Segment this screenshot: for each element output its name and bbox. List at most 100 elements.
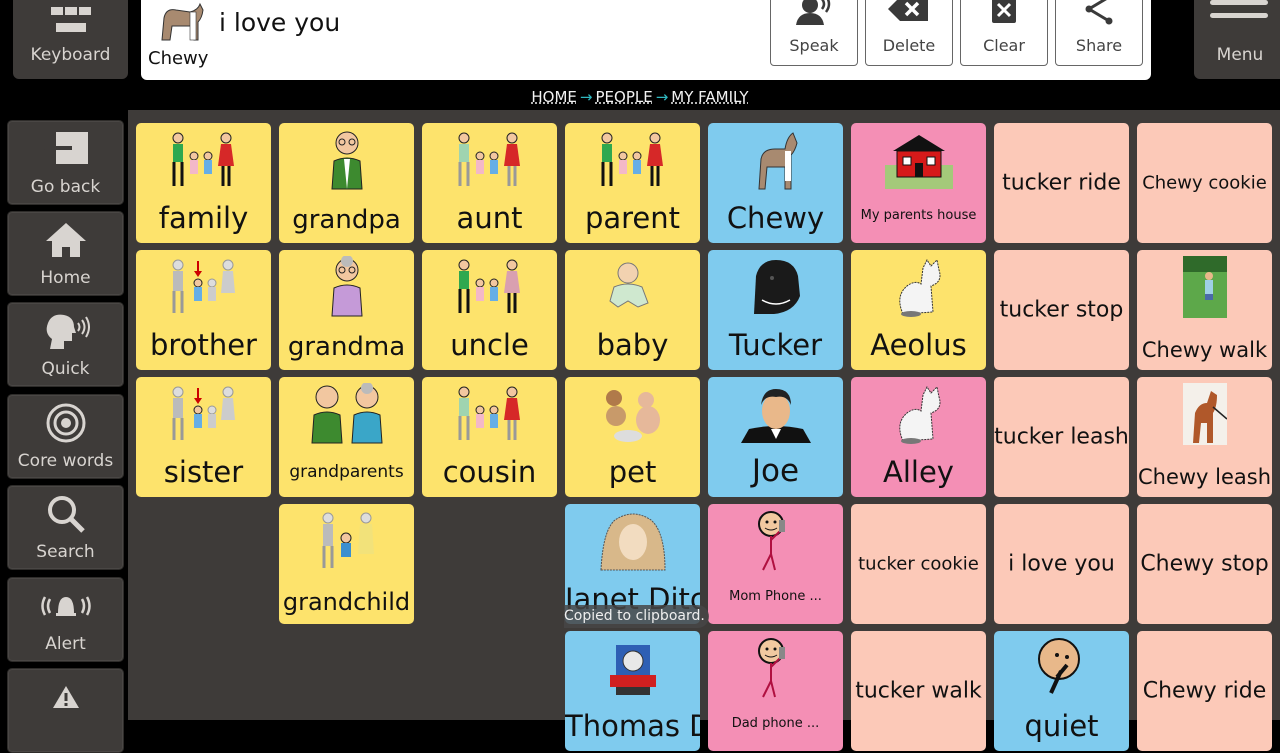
- tile-family[interactable]: family: [136, 123, 271, 243]
- sidebar-item-search[interactable]: Search: [7, 485, 124, 570]
- tile-chewy-cookie[interactable]: Chewy cookie: [1137, 123, 1272, 243]
- home-icon: [8, 220, 123, 260]
- breadcrumb-home[interactable]: HOME: [531, 88, 577, 106]
- sidebar-item-home[interactable]: Home: [7, 211, 124, 296]
- breadcrumb-people[interactable]: PEOPLE: [596, 88, 653, 106]
- tile-dad-phone[interactable]: Dad phone ...: [708, 631, 843, 751]
- tile-label: tucker stop: [999, 297, 1124, 323]
- tile-label: Thomas Ditch: [565, 709, 700, 743]
- tile-i-love-you[interactable]: i love you: [994, 504, 1129, 624]
- menu-button[interactable]: Menu: [1194, 0, 1280, 79]
- tile-grandma[interactable]: grandma: [279, 250, 414, 370]
- sidebar-item-alert[interactable]: Alert: [7, 577, 124, 662]
- share-button[interactable]: Share: [1055, 0, 1143, 66]
- baby-icon: [565, 256, 700, 318]
- tile-sister[interactable]: sister: [136, 377, 271, 497]
- breadcrumb: HOME → PEOPLE → MY FAMILY: [0, 88, 1280, 106]
- tile-pet[interactable]: pet: [565, 377, 700, 497]
- backspace-icon: [866, 0, 952, 23]
- photo-leash-icon: [1137, 383, 1272, 445]
- board-area: Go back Home Quick Core words Search Ale…: [0, 110, 1280, 753]
- tile-label: grandma: [287, 332, 406, 362]
- tile-chewy-ride[interactable]: Chewy ride: [1137, 631, 1272, 751]
- tile-cousin[interactable]: cousin: [422, 377, 557, 497]
- tile-tucker-cookie[interactable]: tucker cookie: [851, 504, 986, 624]
- parent-icon: [565, 129, 700, 191]
- clear-button[interactable]: Clear: [960, 0, 1048, 66]
- photo-walk-icon: [1137, 256, 1272, 318]
- sidebar-item-core-words[interactable]: Core words: [7, 394, 124, 479]
- tile-label: Joe: [751, 453, 800, 489]
- toast-message: Copied to clipboard.: [564, 605, 709, 628]
- tile-my-parents-house[interactable]: My parents house: [851, 123, 986, 243]
- tile-tucker-stop[interactable]: tucker stop: [994, 250, 1129, 370]
- sidebar-item-label: Home: [40, 268, 91, 288]
- speak-icon: [771, 0, 857, 25]
- tile-parent[interactable]: parent: [565, 123, 700, 243]
- quiet-icon: [994, 637, 1129, 699]
- tile-quiet[interactable]: quiet: [994, 631, 1129, 751]
- sidebar-item-label: Search: [36, 542, 95, 562]
- tile-chewy-walk[interactable]: Chewy walk: [1137, 250, 1272, 370]
- tile-aeolus[interactable]: Aeolus: [851, 250, 986, 370]
- tile-label: Chewy ride: [1142, 678, 1267, 704]
- tile-label: Chewy leash: [1137, 465, 1272, 489]
- sidebar-item-go-back[interactable]: Go back: [7, 120, 124, 205]
- speak-button[interactable]: Speak: [770, 0, 858, 66]
- tile-grandpa[interactable]: grandpa: [279, 123, 414, 243]
- tile-label: Chewy walk: [1141, 338, 1268, 362]
- tile-chewy[interactable]: Chewy: [708, 123, 843, 243]
- share-label: Share: [1075, 36, 1123, 55]
- pet-icon: [565, 383, 700, 445]
- house-icon: [851, 129, 986, 191]
- phone-call-icon: [708, 637, 843, 699]
- train-icon: [565, 637, 700, 699]
- tile-grandparents[interactable]: grandparents: [279, 377, 414, 497]
- sidebar-item-quick[interactable]: Quick: [7, 302, 124, 387]
- tile-grandchild[interactable]: grandchild: [279, 504, 414, 624]
- delete-label: Delete: [882, 36, 936, 55]
- delete-button[interactable]: Delete: [865, 0, 953, 66]
- tile-brother[interactable]: brother: [136, 250, 271, 370]
- tile-label: pet: [608, 455, 657, 489]
- breadcrumb-my-family[interactable]: MY FAMILY: [671, 88, 748, 106]
- clear-icon: [961, 0, 1047, 23]
- tile-tucker[interactable]: Tucker: [708, 250, 843, 370]
- tile-tucker-ride[interactable]: tucker ride: [994, 123, 1129, 243]
- core-words-icon: [8, 403, 123, 443]
- tile-label: Chewy cookie: [1142, 172, 1267, 194]
- tile-mom-phone[interactable]: Mom Phone ...: [708, 504, 843, 624]
- tile-label: i love you: [1008, 551, 1115, 577]
- tile-thomas-ditch[interactable]: Thomas Ditch: [565, 631, 700, 751]
- tile-label: grandpa: [292, 205, 401, 235]
- dog-icon: [156, 0, 206, 46]
- tile-chewy-stop[interactable]: Chewy stop: [1137, 504, 1272, 624]
- tile-label: baby: [596, 328, 669, 362]
- tile-tucker-leash[interactable]: tucker leash: [994, 377, 1129, 497]
- sidebar-item-label: Alert: [45, 634, 86, 654]
- keyboard-button[interactable]: Keyboard: [13, 0, 128, 79]
- tile-baby[interactable]: baby: [565, 250, 700, 370]
- menu-label: Menu: [1216, 45, 1264, 65]
- tile-alley[interactable]: Alley: [851, 377, 986, 497]
- tile-label: quiet: [1024, 709, 1099, 743]
- tile-tucker-walk[interactable]: tucker walk: [851, 631, 986, 751]
- tile-chewy-leash[interactable]: Chewy leash: [1137, 377, 1272, 497]
- tile-label: aunt: [456, 201, 523, 235]
- tile-label: parent: [584, 201, 681, 235]
- sidebar-item-warning[interactable]: [7, 668, 124, 753]
- person-joe-icon: [708, 383, 843, 445]
- share-icon: [1056, 0, 1142, 25]
- tile-aunt[interactable]: aunt: [422, 123, 557, 243]
- cat-icon: [851, 383, 986, 445]
- warning-icon: [8, 677, 123, 717]
- tile-label: tucker ride: [1002, 170, 1121, 196]
- cat-icon: [851, 256, 986, 318]
- keyboard-icon: [49, 0, 93, 32]
- tile-joe[interactable]: Joe: [708, 377, 843, 497]
- tile-label: tucker walk: [855, 678, 982, 704]
- message-bar[interactable]: Chewy i love you Speak Delete Clear Shar…: [141, 0, 1151, 80]
- phone-call-icon: [708, 510, 843, 572]
- breadcrumb-arrow-icon: →: [579, 88, 593, 106]
- tile-uncle[interactable]: uncle: [422, 250, 557, 370]
